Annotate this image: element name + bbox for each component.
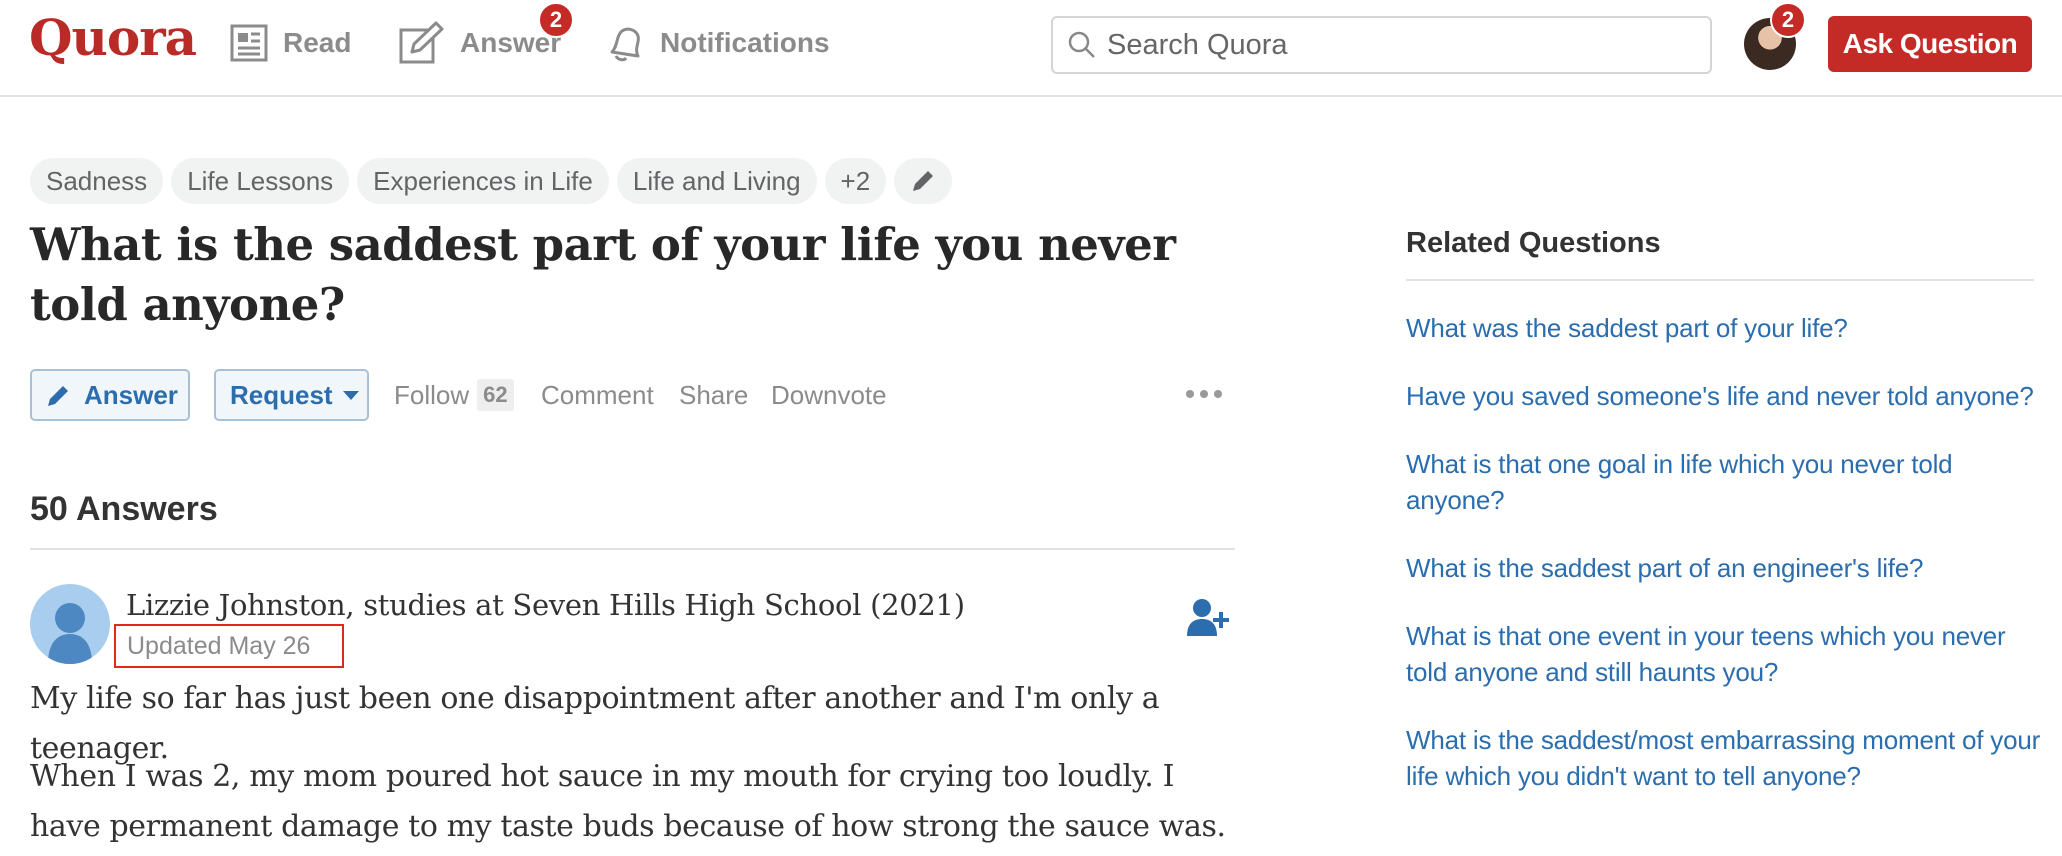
answer-button[interactable]: Answer bbox=[30, 369, 190, 421]
edit-pencil-icon bbox=[913, 171, 934, 191]
quora-logo[interactable]: Quora bbox=[29, 8, 197, 67]
request-button-label: Request bbox=[230, 379, 333, 410]
author-credentials[interactable]: Lizzie Johnston, studies at Seven Hills … bbox=[126, 588, 965, 622]
related-questions-list: What was the saddest part of your life? … bbox=[1406, 310, 2046, 826]
comment-button[interactable]: Comment bbox=[541, 369, 654, 421]
related-question-link[interactable]: What is that one event in your teens whi… bbox=[1406, 618, 2046, 690]
follow-label: Follow bbox=[394, 379, 470, 410]
related-question-link[interactable]: Have you saved someone's life and never … bbox=[1406, 378, 2046, 414]
chevron-down-icon bbox=[342, 390, 359, 400]
divider bbox=[30, 548, 1235, 550]
more-dots-icon[interactable] bbox=[1186, 383, 1228, 405]
nav-answer[interactable]: Answer bbox=[398, 18, 561, 68]
nav-notifications-label: Notifications bbox=[660, 27, 830, 58]
search-input[interactable] bbox=[1107, 28, 1687, 62]
follow-count: 62 bbox=[477, 379, 514, 411]
related-question-link[interactable]: What is the saddest/most embarrassing mo… bbox=[1406, 722, 2046, 794]
related-question-link[interactable]: What was the saddest part of your life? bbox=[1406, 310, 2046, 346]
answer-badge: 2 bbox=[538, 2, 574, 38]
related-question-link[interactable]: What is that one goal in life which you … bbox=[1406, 446, 2046, 518]
topic-list: Sadness Life Lessons Experiences in Life… bbox=[30, 158, 960, 204]
author-avatar[interactable] bbox=[30, 584, 110, 664]
search-icon bbox=[1068, 31, 1095, 58]
avatar-badge: 2 bbox=[1770, 2, 1806, 38]
follow-button[interactable]: Follow 62 bbox=[394, 369, 514, 421]
default-avatar-icon bbox=[48, 603, 92, 664]
answer-button-label: Answer bbox=[84, 379, 178, 410]
question-title: What is the saddest part of your life yo… bbox=[30, 218, 1176, 331]
related-questions-title: Related Questions bbox=[1406, 227, 1661, 259]
nav-read[interactable]: Read bbox=[229, 18, 351, 68]
topic-tag[interactable]: Life and Living bbox=[616, 158, 817, 204]
bell-icon bbox=[610, 27, 640, 62]
search-box[interactable] bbox=[1051, 16, 1712, 74]
downvote-button[interactable]: Downvote bbox=[771, 369, 887, 421]
answers-count: 50 Answers bbox=[30, 490, 218, 528]
request-button[interactable]: Request bbox=[214, 369, 369, 421]
answer-pencil-icon bbox=[399, 21, 444, 64]
answer-paragraph: When I was 2, my mom poured hot sauce in… bbox=[30, 759, 1226, 844]
nav-read-label: Read bbox=[283, 27, 352, 58]
nav-notifications[interactable]: Notifications bbox=[604, 18, 830, 68]
question-actions: Answer Request Follow 62 Comment Share D… bbox=[30, 369, 1230, 421]
related-question-link[interactable]: What is the saddest part of an engineer'… bbox=[1406, 550, 2046, 586]
topic-more[interactable]: +2 bbox=[824, 158, 887, 204]
topic-tag[interactable]: Experiences in Life bbox=[357, 158, 609, 204]
ask-question-button[interactable]: Ask Question bbox=[1828, 16, 2032, 72]
top-header: Quora Read Answer 2 Notifications Search… bbox=[0, 0, 2062, 97]
follow-user-icon[interactable] bbox=[1185, 596, 1233, 645]
topic-tag[interactable]: Sadness bbox=[30, 158, 164, 204]
topic-tag[interactable]: Life Lessons bbox=[171, 158, 350, 204]
edit-topics-button[interactable] bbox=[894, 158, 953, 204]
read-icon bbox=[230, 24, 268, 62]
share-button[interactable]: Share bbox=[679, 369, 748, 421]
divider bbox=[1406, 279, 2034, 281]
pencil-icon bbox=[48, 386, 68, 406]
answer-updated-date[interactable]: Updated May 26 bbox=[114, 624, 344, 668]
